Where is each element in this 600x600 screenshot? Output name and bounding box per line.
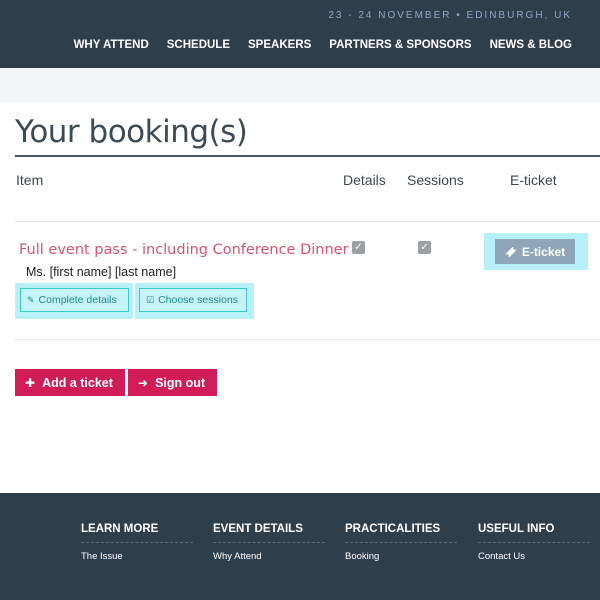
details-checked-icon: ✓ (352, 241, 365, 254)
eticket-label: E-ticket (521, 244, 566, 259)
title-divider (15, 155, 600, 157)
add-ticket-label: Add a ticket (42, 375, 113, 390)
nav-why-attend[interactable]: WHY ATTEND (74, 39, 149, 51)
choose-sessions-button[interactable]: ☑ Choose sessions (139, 288, 247, 312)
event-dates: 23 - 24 NOVEMBER • EDINBURGH, UK (328, 10, 572, 21)
column-header-details: Details (343, 172, 386, 188)
sign-out-button[interactable]: ➜ Sign out (128, 369, 217, 396)
footer-column-useful-info: USEFUL INFO Contact Us (478, 523, 590, 562)
sessions-checked-icon: ✓ (418, 241, 431, 254)
sign-out-icon: ➜ (138, 375, 149, 390)
main-nav: WHY ATTEND SCHEDULE SPEAKERS PARTNERS & … (74, 39, 572, 51)
site-footer: LEARN MORE The Issue EVENT DETAILS Why A… (0, 493, 600, 600)
footer-column-practicalities: PRACTICALITIES Booking (345, 523, 457, 562)
sign-out-label: Sign out (155, 375, 206, 390)
footer-column-event-details: EVENT DETAILS Why Attend (213, 523, 325, 562)
footer-column-learn-more: LEARN MORE The Issue (81, 523, 193, 562)
footer-link-why-attend[interactable]: Why Attend (213, 551, 325, 562)
nav-news-blog[interactable]: NEWS & BLOG (490, 39, 572, 51)
booking-item-link[interactable]: Full event pass - including Conference D… (19, 242, 349, 258)
complete-details-button[interactable]: ✎ Complete details (20, 288, 129, 312)
complete-details-label: Complete details (38, 294, 117, 306)
attendee-name: Ms. [first name] [last name] (26, 265, 177, 279)
ticket-icon (505, 246, 516, 257)
edit-icon: ✎ (27, 294, 35, 305)
footer-link-booking[interactable]: Booking (345, 551, 457, 562)
column-header-item: Item (16, 172, 44, 188)
nav-speakers[interactable]: SPEAKERS (248, 39, 311, 51)
page-title: Your booking(s) (15, 114, 248, 150)
row-divider-top (15, 221, 600, 222)
footer-link-the-issue[interactable]: The Issue (81, 551, 193, 562)
footer-heading: LEARN MORE (81, 523, 193, 543)
nav-schedule[interactable]: SCHEDULE (167, 39, 230, 51)
choose-sessions-label: Choose sessions (158, 294, 239, 306)
footer-heading: USEFUL INFO (478, 523, 590, 543)
footer-heading: PRACTICALITIES (345, 523, 457, 543)
site-header: 23 - 24 NOVEMBER • EDINBURGH, UK WHY ATT… (0, 0, 600, 68)
footer-link-contact-us[interactable]: Contact Us (478, 551, 590, 562)
add-ticket-button[interactable]: ✚ Add a ticket (15, 369, 125, 396)
column-header-sessions: Sessions (407, 172, 464, 188)
checkbox-edit-icon: ☑ (146, 294, 155, 305)
eticket-button[interactable]: E-ticket (495, 239, 575, 264)
footer-heading: EVENT DETAILS (213, 523, 325, 543)
nav-partners-sponsors[interactable]: PARTNERS & SPONSORS (329, 39, 471, 51)
row-divider-bottom (15, 339, 600, 340)
plus-icon: ✚ (25, 375, 36, 390)
sub-header-band (0, 68, 600, 102)
column-header-eticket: E-ticket (510, 172, 557, 188)
